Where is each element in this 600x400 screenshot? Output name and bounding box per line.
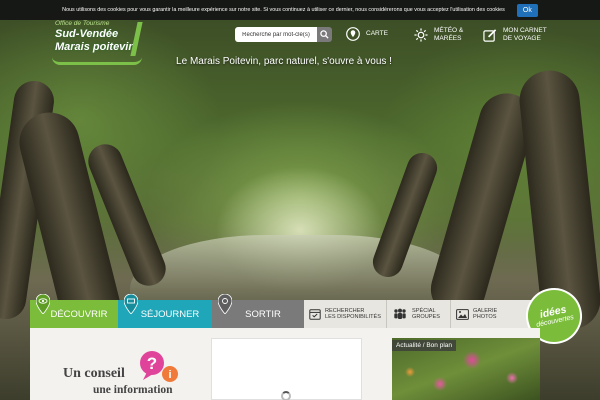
question-bubble-icon: ? i <box>140 351 178 382</box>
notebook-label-line-1: MON CARNET <box>503 27 547 34</box>
notebook-label: MON CARNET DE VOYAGE <box>503 27 547 43</box>
media-panel <box>211 338 362 400</box>
content-area: Un conseil une information ? i Actualité… <box>30 328 540 400</box>
photo-gallery-line-1: GALERIE <box>473 307 498 314</box>
svg-text:i: i <box>168 369 171 381</box>
photo-icon <box>456 308 469 320</box>
hero-tagline: Le Marais Poitevin, parc naturel, s'ouvr… <box>176 56 392 67</box>
ticket-pin-icon <box>218 294 232 314</box>
group-icon <box>394 308 406 319</box>
nav-out-label: SORTIR <box>245 308 281 320</box>
weather-label-line-1: MÉTÉO & <box>434 27 464 34</box>
logo-tagline: Office de Tourisme <box>55 20 110 27</box>
search-input[interactable] <box>235 27 317 42</box>
loading-spinner-icon <box>281 391 291 400</box>
groups-label-line-1: SPÉCIAL <box>412 307 436 314</box>
edit-icon <box>483 28 497 42</box>
news-tag: Actualité / Bon plan <box>392 340 457 351</box>
nav-out[interactable]: SORTIR <box>212 294 304 328</box>
nav-stay[interactable]: SÉJOURNER <box>118 294 212 328</box>
logo-line-2: Marais poitevin <box>55 41 136 53</box>
logo-line-1: Sud-Vendée <box>55 28 119 40</box>
eye-pin-icon <box>36 294 50 314</box>
calendar-icon <box>309 309 321 320</box>
groups-link[interactable]: SPÉCIAL GROUPES <box>387 300 451 328</box>
cookie-banner: Nous utilisons des cookies pour vous gar… <box>0 0 600 20</box>
logo-bar <box>130 22 143 56</box>
weather-link[interactable]: MÉTÉO & MARÉES <box>414 27 463 43</box>
search-availability-line-2: LES DISPONIBILITÉS <box>325 314 381 320</box>
search-icon <box>320 30 329 39</box>
cookie-ok-button[interactable]: Ok <box>516 3 538 17</box>
bed-pin-icon <box>124 294 138 314</box>
groups-label: SPÉCIAL GROUPES <box>412 308 440 321</box>
secondary-nav: RECHERCHER LES DISPONIBILITÉS SPÉCIAL GR… <box>304 300 540 328</box>
notebook-label-line-2: DE VOYAGE <box>503 35 541 42</box>
tip-title: Un conseil <box>63 366 125 381</box>
sun-icon <box>414 28 428 42</box>
photo-gallery-line-2: PHOTOS <box>473 314 497 320</box>
photo-gallery-label: GALERIE PHOTOS <box>473 308 497 321</box>
news-panel[interactable]: Actualité / Bon plan <box>392 338 540 400</box>
map-pin-icon <box>346 27 360 41</box>
groups-label-line-2: GROUPES <box>412 314 440 320</box>
map-link[interactable]: CARTE <box>346 27 388 41</box>
weather-label: MÉTÉO & MARÉES <box>434 27 463 43</box>
search-availability-line-1: RECHERCHER <box>325 307 365 314</box>
cookie-text: Nous utilisons des cookies pour vous gar… <box>62 7 505 13</box>
travel-notebook-link[interactable]: MON CARNET DE VOYAGE <box>483 27 547 43</box>
weather-label-line-2: MARÉES <box>434 35 462 42</box>
search-box <box>235 27 332 42</box>
search-availability-label: RECHERCHER LES DISPONIBILITÉS <box>325 308 381 321</box>
map-label: CARTE <box>366 30 388 37</box>
nav-discover[interactable]: DÉCOUVRIR <box>30 294 118 328</box>
search-button[interactable] <box>317 27 332 42</box>
nav-discover-label: DÉCOUVRIR <box>50 308 108 320</box>
svg-text:?: ? <box>147 354 157 373</box>
search-availability-link[interactable]: RECHERCHER LES DISPONIBILITÉS <box>304 300 387 328</box>
nav-stay-label: SÉJOURNER <box>140 308 200 320</box>
